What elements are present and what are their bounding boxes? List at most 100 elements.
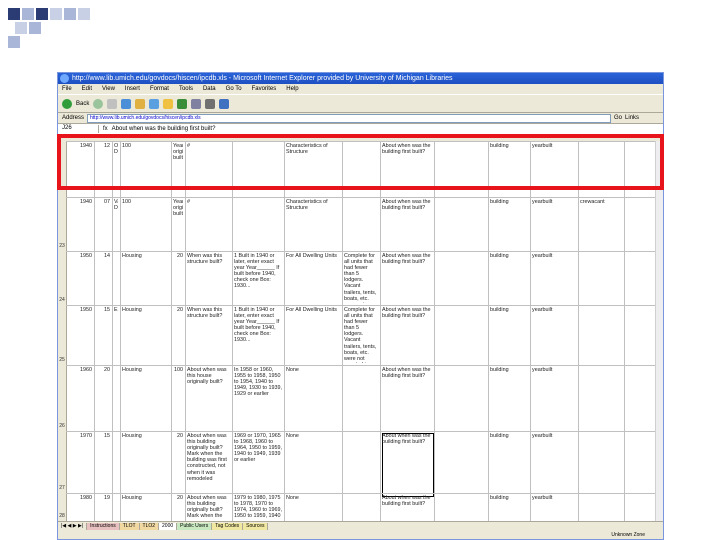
menu-format[interactable]: Format <box>150 84 169 94</box>
row-number[interactable]: 28 <box>58 513 66 519</box>
table-cell[interactable]: None <box>286 367 340 429</box>
table-cell[interactable]: 20 <box>96 367 110 429</box>
table-cell[interactable]: About when was this building originally … <box>187 495 230 519</box>
table-cell[interactable]: yearbuilt <box>532 307 576 363</box>
table-cell[interactable]: yearbuilt <box>532 253 576 303</box>
table-cell[interactable]: About when was the building first built? <box>382 367 432 429</box>
table-cell[interactable]: building <box>490 495 528 519</box>
table-cell[interactable]: building <box>490 253 528 303</box>
table-cell[interactable]: 1960 <box>68 367 92 429</box>
table-cell[interactable]: When was this structure built? <box>187 253 230 303</box>
table-cell[interactable]: About when was the building first built? <box>382 199 432 249</box>
table-cell[interactable]: For All Dwelling Units <box>286 307 340 363</box>
row-number[interactable]: 23 <box>58 243 66 249</box>
table-cell[interactable]: Complete for all units that had fewer th… <box>344 307 378 363</box>
table-cell[interactable]: building <box>490 433 528 491</box>
menu-tools[interactable]: Tools <box>179 84 193 94</box>
table-cell[interactable]: 1979 to 1980, 1975 to 1978, 1970 to 1974… <box>234 495 282 519</box>
tab-2000[interactable]: 2000 <box>159 523 178 530</box>
forward-icon[interactable] <box>93 98 104 109</box>
table-cell[interactable]: 20 <box>173 253 183 303</box>
menu-edit[interactable]: Edit <box>82 84 92 94</box>
search-icon[interactable] <box>149 98 160 109</box>
table-cell[interactable]: 14 <box>96 253 110 303</box>
table-cell[interactable]: Characteristics of Structure <box>286 199 340 249</box>
history-icon[interactable] <box>177 98 188 109</box>
table-cell[interactable]: 20 <box>173 495 183 519</box>
table-cell[interactable]: About when was the building first built? <box>382 495 432 519</box>
tab-instructions[interactable]: Instructions <box>87 523 120 530</box>
tab-tag-codes[interactable]: Tag Codes <box>212 523 244 530</box>
table-cell[interactable]: Housing <box>122 433 169 491</box>
table-cell[interactable]: 20 <box>173 307 183 363</box>
tab-tlot[interactable]: TLOT <box>119 523 140 530</box>
table-cell[interactable]: 1950 <box>68 307 92 363</box>
tab-sources[interactable]: Sources <box>243 523 269 530</box>
favorites-icon[interactable] <box>163 98 174 109</box>
table-cell[interactable]: When was this structure built? <box>187 307 230 363</box>
table-cell[interactable]: Housing <box>122 253 169 303</box>
table-cell[interactable]: 1940 <box>68 199 92 249</box>
table-cell[interactable]: 15 <box>96 307 110 363</box>
links-button[interactable]: Links <box>625 115 639 121</box>
table-cell[interactable]: About when was the building first built? <box>382 433 432 491</box>
row-number[interactable]: 27 <box>58 485 66 491</box>
mail-icon[interactable] <box>191 98 202 109</box>
table-cell[interactable]: 1980 <box>68 495 92 519</box>
table-cell[interactable]: yearbuilt <box>532 433 576 491</box>
address-input[interactable]: http://www.lib.umich.edu/govdocs/hiscen/… <box>87 113 612 123</box>
table-cell[interactable]: 20 <box>173 433 183 491</box>
table-cell[interactable]: 100 <box>122 199 169 249</box>
table-cell[interactable]: About when was the building first built? <box>382 253 432 303</box>
table-cell[interactable]: yearbuilt <box>532 495 576 519</box>
table-cell[interactable]: Housing <box>122 307 169 363</box>
menu-insert[interactable]: Insert <box>125 84 140 94</box>
formula-input[interactable]: About when was the building first built? <box>112 126 216 132</box>
tab-public-users[interactable]: Public Users <box>177 523 213 530</box>
row-number[interactable]: 25 <box>58 357 66 363</box>
table-cell[interactable]: Housing <box>122 367 169 429</box>
edit-icon[interactable] <box>219 98 230 109</box>
back-label[interactable]: Back <box>76 101 89 107</box>
table-cell[interactable]: building <box>490 199 528 249</box>
table-cell[interactable]: None <box>286 433 340 491</box>
menu-favorites[interactable]: Favorites <box>252 84 277 94</box>
table-cell[interactable]: 1 Built in 1940 or later, enter exact ye… <box>234 307 282 363</box>
table-cell[interactable]: About when was this building originally … <box>187 433 230 491</box>
table-cell[interactable]: 1969 or 1970, 1965 to 1968, 1960 to 1964… <box>234 433 282 491</box>
table-cell[interactable]: 1970 <box>68 433 92 491</box>
table-cell[interactable]: Housing <box>122 495 169 519</box>
table-cell[interactable]: 15 <box>96 433 110 491</box>
spreadsheet-grid[interactable]: 232425262728 194012Occupied Dwellings100… <box>58 141 658 521</box>
menu-file[interactable]: File <box>62 84 72 94</box>
menu-goto[interactable]: Go To <box>226 84 242 94</box>
back-icon[interactable] <box>62 98 72 109</box>
refresh-icon[interactable] <box>121 98 132 109</box>
table-cell[interactable]: About when was this house originally bui… <box>187 367 230 429</box>
menu-help[interactable]: Help <box>286 84 298 94</box>
table-cell[interactable]: About when was the building first built? <box>382 307 432 363</box>
row-number[interactable]: 26 <box>58 423 66 429</box>
table-cell[interactable]: yearbuilt <box>532 367 576 429</box>
table-cell[interactable]: 1 Built in 1940 or later, enter exact ye… <box>234 253 282 303</box>
vertical-scrollbar[interactable] <box>655 141 663 521</box>
go-button[interactable]: Go <box>614 115 622 121</box>
home-icon[interactable] <box>135 98 146 109</box>
table-cell[interactable]: For All Dwelling Units <box>286 253 340 303</box>
tab-tlo2[interactable]: TLO2 <box>139 523 160 530</box>
table-cell[interactable]: building <box>490 367 528 429</box>
table-cell[interactable]: # <box>187 199 230 249</box>
table-cell[interactable]: 100 <box>173 367 183 429</box>
table-cell[interactable]: 07 <box>96 199 110 249</box>
table-cell[interactable]: Vacant Dwellings <box>114 199 118 249</box>
table-cell[interactable]: yearbuilt <box>532 199 576 249</box>
tab-nav-icon[interactable]: |◀ ◀ ▶ ▶| <box>58 523 88 530</box>
table-cell[interactable]: E <box>114 307 118 363</box>
name-box[interactable]: J26 <box>58 125 99 133</box>
table-cell[interactable]: 19 <box>96 495 110 519</box>
print-icon[interactable] <box>205 98 216 109</box>
table-cell[interactable]: building <box>490 307 528 363</box>
table-cell[interactable]: crewacant <box>580 199 622 249</box>
table-cell[interactable]: In 1958 or 1960, 1955 to 1958, 1950 to 1… <box>234 367 282 429</box>
table-cell[interactable]: None <box>286 495 340 519</box>
